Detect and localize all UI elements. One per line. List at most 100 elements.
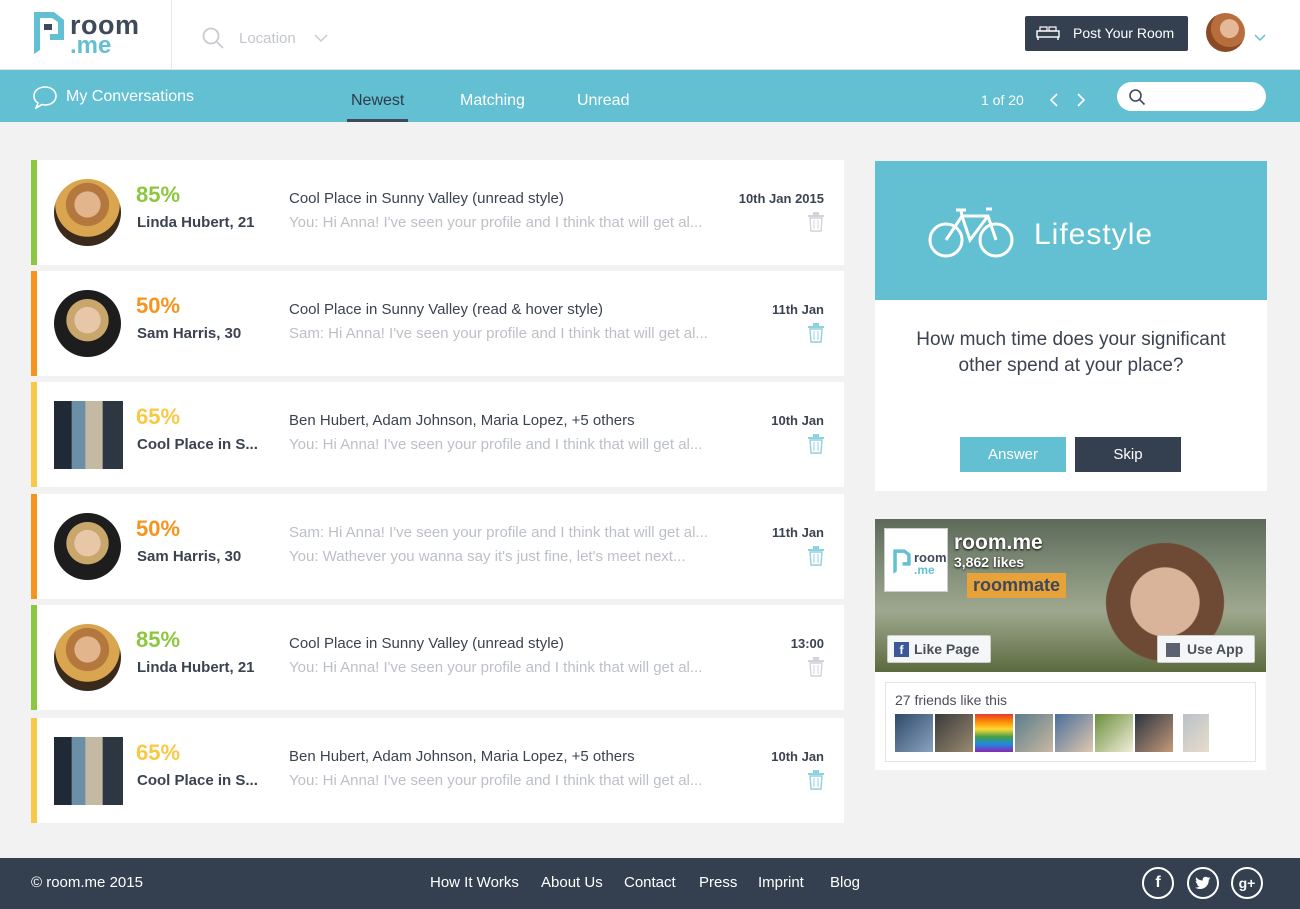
chevron-right-icon[interactable] <box>1074 92 1088 108</box>
footer-link-how-it-works[interactable]: How It Works <box>430 874 519 891</box>
location-input[interactable]: Location <box>239 30 296 47</box>
message-preview: You: Hi Anna! I've seen your profile and… <box>289 436 703 453</box>
bed-icon <box>1036 26 1060 40</box>
app-cube-icon <box>1166 643 1180 657</box>
conversation-card[interactable]: 50% Sam Harris, 30 Sam: Hi Anna! I've se… <box>31 494 844 599</box>
chevron-down-icon[interactable] <box>314 33 328 43</box>
conversation-subject: Cool Place in Sunny Valley (unread style… <box>289 635 564 652</box>
conversation-subject: Ben Hubert, Adam Johnson, Maria Lopez, +… <box>289 412 635 429</box>
friend-avatar[interactable] <box>975 714 1013 752</box>
match-percentage: 65% <box>136 740 181 765</box>
friend-avatar[interactable] <box>1055 714 1093 752</box>
trash-icon[interactable] <box>807 434 825 454</box>
twitter-icon[interactable] <box>1187 867 1219 899</box>
friend-avatar[interactable] <box>935 714 973 752</box>
contact-name: Linda Hubert, 21 <box>137 214 255 231</box>
footer-link-contact[interactable]: Contact <box>624 874 676 891</box>
like-page-button[interactable]: f Like Page <box>887 635 991 663</box>
lifestyle-title: Lifestyle <box>1034 218 1154 251</box>
trash-icon[interactable] <box>807 546 825 566</box>
facebook-page-name[interactable]: room.me <box>954 531 1043 555</box>
conversation-subject: Ben Hubert, Adam Johnson, Maria Lopez, +… <box>289 748 635 765</box>
my-conversations-title: My Conversations <box>66 88 195 105</box>
tab-newest[interactable]: Newest <box>347 92 409 122</box>
match-stripe <box>31 160 37 265</box>
match-stripe <box>31 718 37 823</box>
facebook-likes-count: 3,862 likes <box>954 554 1025 570</box>
room-photo <box>54 737 123 805</box>
contact-name: Linda Hubert, 21 <box>137 659 255 676</box>
page-profile-picture[interactable]: room .me <box>884 528 948 592</box>
user-avatar[interactable] <box>1206 13 1245 52</box>
logo-text-me: .me <box>70 32 112 59</box>
conversation-card[interactable]: 50% Sam Harris, 30 Cool Place in Sunny V… <box>31 271 844 376</box>
match-percentage: 85% <box>136 182 181 207</box>
facebook-icon: f <box>894 642 909 657</box>
conversation-search-input[interactable] <box>1117 82 1266 111</box>
logo-mark-icon <box>893 549 911 574</box>
friends-like-text: 27 friends like this <box>895 692 1008 708</box>
friend-avatar[interactable] <box>1015 714 1053 752</box>
use-app-button[interactable]: Use App <box>1157 635 1255 663</box>
footer-link-blog[interactable]: Blog <box>830 874 860 891</box>
answer-button[interactable]: Answer <box>960 437 1066 472</box>
chevron-left-icon[interactable] <box>1047 92 1061 108</box>
friends-like-box: 27 friends like this <box>885 682 1256 762</box>
match-percentage: 50% <box>136 293 181 318</box>
contact-name: Cool Place in S... <box>137 436 258 453</box>
conversation-date: 11th Jan <box>771 525 824 540</box>
conversation-subject: Cool Place in Sunny Valley (unread style… <box>289 190 564 207</box>
copyright-text: © room.me 2015 <box>31 874 143 891</box>
lifestyle-question: How much time does your significant othe… <box>916 329 1226 376</box>
trash-icon[interactable] <box>807 212 825 232</box>
banner-roommate-text: roommate <box>967 573 1067 598</box>
roomme-logo[interactable]: room .me <box>30 8 140 60</box>
skip-button[interactable]: Skip <box>1075 437 1181 472</box>
conversation-subject: Cool Place in Sunny Valley (read & hover… <box>289 301 604 318</box>
search-icon <box>1129 89 1146 106</box>
trash-icon[interactable] <box>807 323 825 343</box>
conversation-card[interactable]: 65% Cool Place in S... Ben Hubert, Adam … <box>31 382 844 487</box>
friend-avatar[interactable] <box>1095 714 1133 752</box>
speech-bubble-icon <box>33 86 57 109</box>
use-app-label: Use App <box>1187 641 1244 657</box>
tab-matching[interactable]: Matching <box>460 92 525 122</box>
conversation-date: 10th Jan <box>771 413 824 428</box>
chevron-down-icon[interactable] <box>1254 33 1266 42</box>
like-page-label: Like Page <box>914 641 980 657</box>
conversation-card[interactable]: 65% Cool Place in S... Ben Hubert, Adam … <box>31 718 844 823</box>
conversation-card[interactable]: 85% Linda Hubert, 21 Cool Place in Sunny… <box>31 160 844 265</box>
message-preview: You: Hi Anna! I've seen your profile and… <box>289 659 703 676</box>
logo-mark-icon <box>34 12 64 54</box>
pager-count: 1 of 20 <box>981 92 1024 108</box>
message-preview: You: Wathever you wanna say it's just fi… <box>289 548 686 565</box>
facebook-cover-image[interactable]: room .me room.me 3,862 likes roommate f … <box>875 519 1266 672</box>
conversation-date: 10th Jan 2015 <box>738 191 824 206</box>
contact-photo <box>54 513 121 580</box>
conversations-toolbar: My Conversations Newest Matching Unread … <box>0 70 1300 122</box>
mini-logo-text-me: .me <box>914 563 935 577</box>
friend-avatar[interactable] <box>895 714 933 752</box>
conversation-date: 13:00 <box>790 636 824 651</box>
contact-photo <box>54 179 121 246</box>
room-photo <box>54 401 123 469</box>
friend-avatar[interactable] <box>1183 714 1209 752</box>
conversation-card[interactable]: 85% Linda Hubert, 21 Cool Place in Sunny… <box>31 605 844 710</box>
post-your-room-button[interactable]: Post Your Room <box>1025 16 1188 51</box>
trash-icon[interactable] <box>807 657 825 677</box>
top-navbar: room .me Location Post Your Room <box>0 0 1300 70</box>
footer-link-imprint[interactable]: Imprint <box>758 874 804 891</box>
contact-photo <box>54 624 121 691</box>
trash-icon[interactable] <box>807 770 825 790</box>
divider <box>171 0 172 70</box>
tab-unread[interactable]: Unread <box>577 92 629 122</box>
friend-avatar[interactable] <box>1135 714 1173 752</box>
footer-link-press[interactable]: Press <box>699 874 737 891</box>
google-plus-icon[interactable]: g+ <box>1231 867 1263 899</box>
bicycle-icon <box>928 207 1014 258</box>
message-preview: You: Hi Anna! I've seen your profile and… <box>289 214 703 231</box>
contact-photo <box>54 290 121 357</box>
match-percentage: 65% <box>136 404 181 429</box>
facebook-icon[interactable]: f <box>1142 867 1174 899</box>
footer-link-about-us[interactable]: About Us <box>541 874 603 891</box>
